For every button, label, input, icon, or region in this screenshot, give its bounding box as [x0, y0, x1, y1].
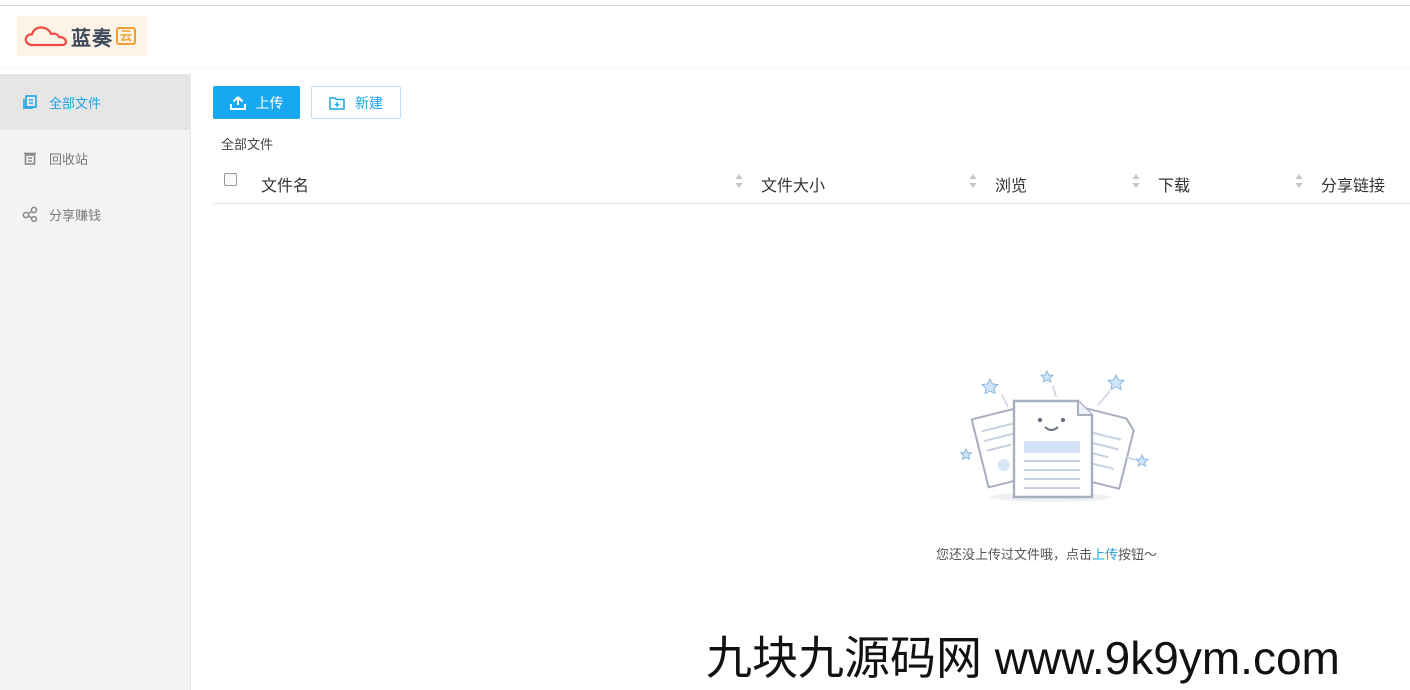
empty-documents-icon [959, 369, 1150, 502]
watermark: 九块九源码网 www.9k9ym.com [706, 632, 1340, 684]
sort-icon[interactable] [1294, 172, 1304, 190]
upload-button[interactable]: 上传 [213, 86, 300, 119]
column-header-downloads[interactable]: 下载 [1158, 172, 1190, 196]
table-header: 文件名 文件大小 浏览 下载 分享链接 [213, 160, 1410, 204]
empty-upload-link[interactable]: 上传 [1092, 548, 1118, 563]
sort-icon[interactable] [968, 172, 978, 190]
trash-icon [22, 150, 38, 166]
column-header-share-link[interactable]: 分享链接 [1321, 172, 1385, 196]
header: 蓝奏 云 [0, 6, 1410, 66]
new-folder-icon [329, 96, 345, 110]
empty-message: 您还没上传过文件哦，点击上传按钮～ [936, 544, 1157, 563]
files-icon [22, 94, 38, 110]
select-all-checkbox[interactable] [224, 173, 237, 186]
upload-icon [229, 95, 246, 110]
empty-message-text: 您还没上传过文件哦，点击 [936, 548, 1093, 563]
upload-button-label: 上传 [255, 95, 284, 112]
sidebar-item-all-files[interactable]: 全部文件 [0, 74, 190, 130]
empty-illustration [950, 365, 1160, 509]
logo-badge: 云 [116, 27, 136, 45]
column-header-filename[interactable]: 文件名 [261, 172, 309, 196]
sort-icon[interactable] [734, 172, 744, 190]
sidebar-item-share-earn[interactable]: 分享赚钱 [0, 186, 190, 242]
sidebar-item-label: 分享赚钱 [49, 208, 102, 224]
sidebar-item-label: 回收站 [49, 152, 89, 168]
logo-text: 蓝奏 [71, 25, 113, 50]
breadcrumb[interactable]: 全部文件 [221, 134, 273, 153]
sort-icon[interactable] [1131, 172, 1141, 190]
new-button-label: 新建 [355, 95, 383, 112]
sidebar: 全部文件 回收站 分享赚钱 [0, 74, 191, 690]
column-header-views[interactable]: 浏览 [995, 172, 1027, 196]
column-header-filesize[interactable]: 文件大小 [761, 172, 825, 196]
new-button[interactable]: 新建 [311, 86, 401, 119]
empty-message-suffix: 按钮～ [1118, 548, 1158, 563]
sidebar-item-label: 全部文件 [49, 96, 102, 112]
share-icon [22, 206, 38, 222]
logo[interactable]: 蓝奏 云 [17, 16, 147, 56]
cloud-icon [24, 26, 68, 47]
sidebar-item-recycle-bin[interactable]: 回收站 [0, 130, 190, 186]
